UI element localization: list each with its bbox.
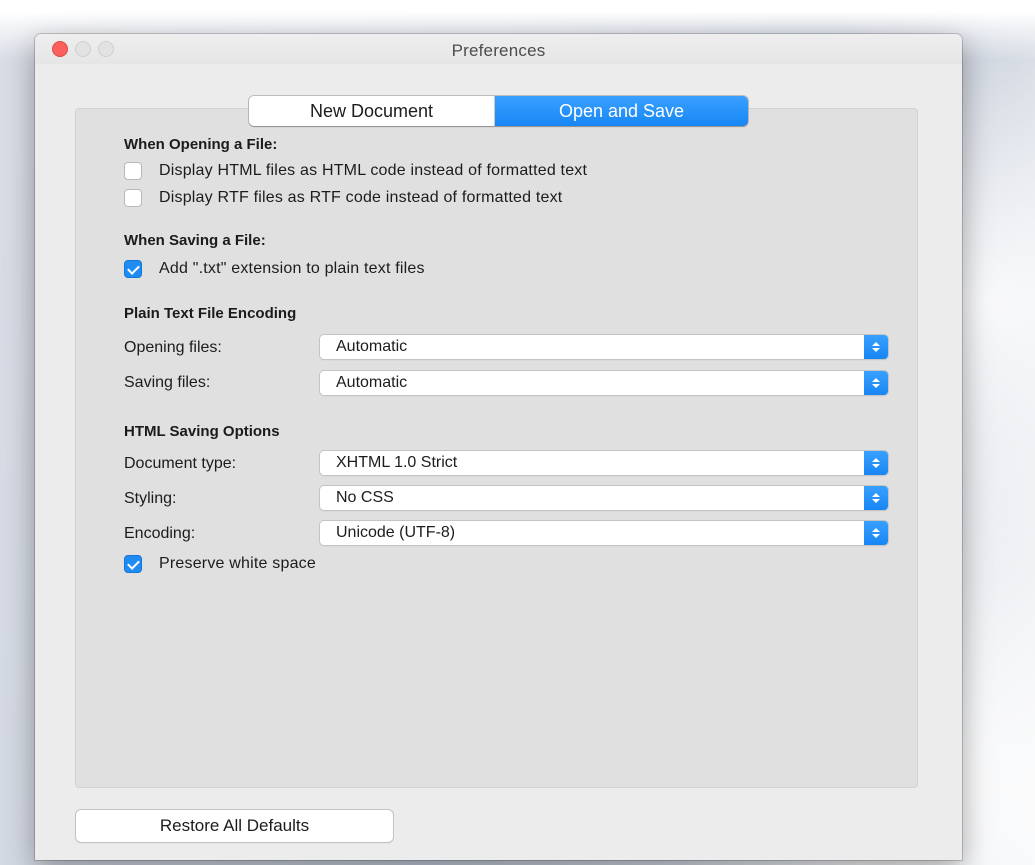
html-encoding-value: Unicode (UTF-8): [336, 524, 456, 541]
tab-new-document[interactable]: New Document: [249, 96, 495, 126]
saving-files-select[interactable]: Automatic: [320, 371, 888, 395]
saving-heading: When Saving a File:: [124, 232, 266, 249]
encoding-heading: Plain Text File Encoding: [124, 305, 297, 322]
opening-files-select[interactable]: Automatic: [320, 335, 888, 359]
opening-heading: When Opening a File:: [124, 136, 278, 153]
styling-label: Styling:: [124, 490, 177, 507]
document-type-select[interactable]: XHTML 1.0 Strict: [320, 451, 888, 475]
add-txt-extension-option[interactable]: Add ".txt" extension to plain text files: [124, 260, 425, 278]
window-title: Preferences: [451, 41, 546, 60]
stepper-icon: [864, 451, 888, 475]
html-encoding-label: Encoding:: [124, 525, 196, 542]
html-options-heading: HTML Saving Options: [124, 423, 280, 440]
preserve-white-space-label: Preserve white space: [159, 555, 316, 572]
html-encoding-select[interactable]: Unicode (UTF-8): [320, 521, 888, 545]
document-type-value: XHTML 1.0 Strict: [336, 454, 458, 471]
rtf-as-code-option[interactable]: Display RTF files as RTF code instead of…: [124, 189, 562, 207]
stepper-icon: [864, 486, 888, 510]
styling-value: No CSS: [336, 489, 394, 506]
opening-files-label: Opening files:: [124, 339, 222, 356]
html-as-code-checkbox[interactable]: [124, 162, 142, 180]
add-txt-extension-label: Add ".txt" extension to plain text files: [159, 260, 425, 277]
opening-files-value: Automatic: [336, 338, 408, 355]
tab-open-and-save[interactable]: Open and Save: [495, 96, 748, 126]
preferences-window: Preferences New Document Open and Save W…: [35, 34, 962, 860]
stepper-icon: [864, 335, 888, 359]
title-bar: Preferences: [35, 34, 962, 64]
restore-all-defaults-button[interactable]: Restore All Defaults: [76, 810, 393, 842]
stepper-icon: [864, 371, 888, 395]
document-type-label: Document type:: [124, 455, 237, 472]
tab-bar: New Document Open and Save: [249, 96, 748, 126]
rtf-as-code-label: Display RTF files as RTF code instead of…: [159, 189, 563, 206]
html-as-code-label: Display HTML files as HTML code instead …: [159, 162, 588, 179]
html-as-code-option[interactable]: Display HTML files as HTML code instead …: [124, 162, 587, 180]
tab-content-panel: [75, 108, 918, 788]
saving-files-value: Automatic: [336, 374, 408, 391]
add-txt-extension-checkbox[interactable]: [124, 260, 142, 278]
saving-files-label: Saving files:: [124, 374, 211, 391]
preserve-white-space-checkbox[interactable]: [124, 555, 142, 573]
stepper-icon: [864, 521, 888, 545]
rtf-as-code-checkbox[interactable]: [124, 189, 142, 207]
preserve-white-space-option[interactable]: Preserve white space: [124, 555, 316, 573]
styling-select[interactable]: No CSS: [320, 486, 888, 510]
